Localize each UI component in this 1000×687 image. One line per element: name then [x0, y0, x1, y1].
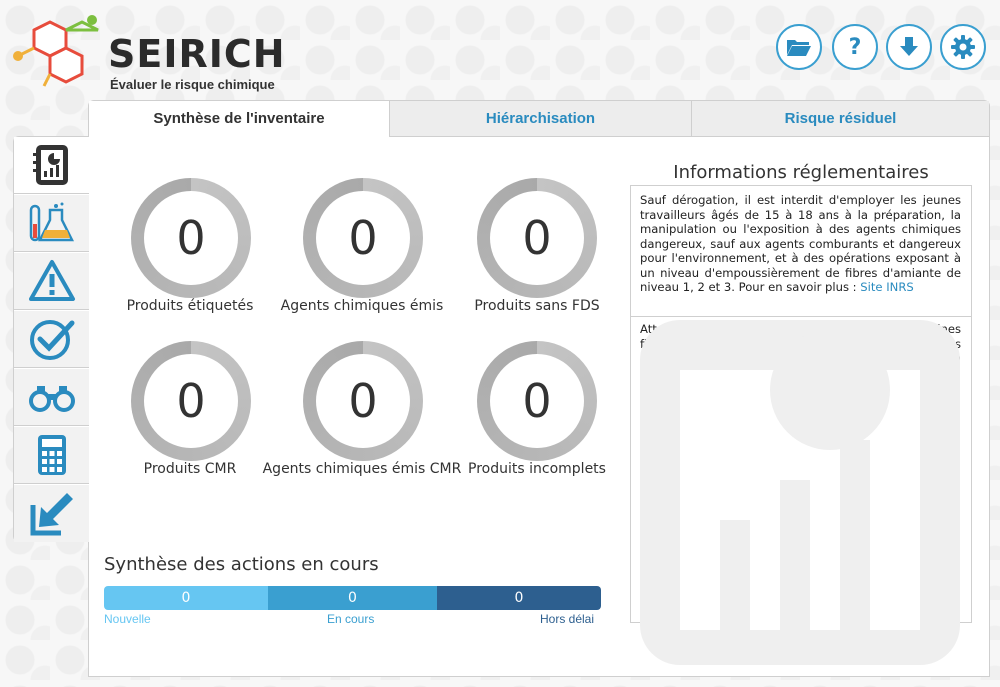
warning-icon: [28, 260, 75, 301]
tab-bar: Synthèse de l'inventaire Hiérarchisation…: [89, 101, 989, 137]
info-paragraph-1: Sauf dérogation, il est interdit d'emplo…: [640, 193, 961, 295]
actions-label-hors-delai: Hors délai: [540, 612, 595, 626]
sidebar-item-risks[interactable]: [14, 253, 89, 310]
sidebar-item-calculator[interactable]: [14, 427, 89, 484]
info-paragraph-2: Attention, il existe dans les annexes de…: [640, 322, 961, 380]
gauge-value: 0: [522, 374, 552, 428]
sidebar-item-export[interactable]: [14, 485, 89, 542]
sidebar-item-search[interactable]: [14, 369, 89, 426]
link-site-inrs[interactable]: Site INRS: [860, 280, 913, 294]
gauge-label: Produits étiquetés: [126, 298, 254, 314]
binoculars-icon: [28, 386, 75, 412]
lab-flask-icon: [29, 202, 74, 242]
sidebar-item-actions[interactable]: [14, 311, 89, 368]
info-divider: [631, 316, 971, 317]
export-arrow-icon: [30, 492, 73, 535]
actions-bar-nouvelle[interactable]: 0: [104, 586, 268, 610]
gear-icon: [951, 35, 975, 59]
actions-bar-hors-delai[interactable]: 0: [437, 586, 601, 610]
sidebar-item-report[interactable]: [14, 137, 89, 194]
folder-icon: [787, 40, 811, 56]
info-text-2: Attention, il existe dans les annexes de…: [640, 322, 961, 380]
gauge-label: Agents chimiques émis CMR: [262, 461, 462, 477]
info-title: Informations réglementaires: [673, 162, 929, 183]
checkmark-icon: [29, 320, 74, 360]
tab-hierarchisation[interactable]: Hiérarchisation: [390, 101, 692, 137]
gauge-produits-sans-fds: 0: [477, 178, 597, 298]
gauge-value: 0: [176, 374, 206, 428]
info-text-1: Sauf dérogation, il est interdit d'emplo…: [640, 193, 961, 294]
gauge-label: Produits CMR: [143, 461, 237, 477]
report-icon: [32, 145, 68, 185]
tab-risque-residuel[interactable]: Risque résiduel: [692, 101, 989, 137]
gauge-produits-cmr: 0: [131, 341, 251, 461]
gauge-value: 0: [522, 211, 552, 265]
link-ed-6036[interactable]: ED 6036: [714, 366, 763, 380]
tab-synthese-inventaire[interactable]: Synthèse de l'inventaire: [89, 101, 390, 137]
open-folder-button[interactable]: [776, 24, 822, 70]
gauge-label: Produits sans FDS: [474, 298, 600, 314]
gauge-produits-etiquetes: 0: [131, 178, 251, 298]
gauge-agents-chimiques-emis: 0: [303, 178, 423, 298]
actions-label-nouvelle: Nouvelle: [104, 612, 151, 626]
sidebar: [13, 136, 89, 542]
gauge-value: 0: [348, 374, 378, 428]
download-icon: [900, 37, 918, 56]
gauge-label: Produits incomplets: [468, 461, 606, 477]
question-icon: ?: [848, 34, 862, 60]
gauge-produits-incomplets: 0: [477, 341, 597, 461]
gauge-value: 0: [348, 211, 378, 265]
app-tagline: Évaluer le risque chimique: [110, 77, 275, 92]
app-logo: SEIRICH Évaluer le risque chimique: [12, 12, 285, 92]
actions-bar-en-cours[interactable]: 0: [268, 586, 437, 610]
calculator-icon: [37, 435, 66, 475]
settings-button[interactable]: [940, 24, 986, 70]
actions-label-en-cours: En cours: [327, 612, 375, 626]
gauge-label: Agents chimiques émis: [280, 298, 444, 314]
app-name: SEIRICH: [108, 32, 286, 76]
sidebar-item-products[interactable]: [14, 195, 89, 252]
download-button[interactable]: [886, 24, 932, 70]
gauge-agents-chimiques-emis-cmr: 0: [303, 341, 423, 461]
actions-title: Synthèse des actions en cours: [104, 554, 379, 575]
info-box: Sauf dérogation, il est interdit d'emplo…: [630, 185, 972, 623]
molecule-logo-icon: [13, 15, 99, 87]
help-button[interactable]: ?: [832, 24, 878, 70]
gauge-value: 0: [176, 211, 206, 265]
